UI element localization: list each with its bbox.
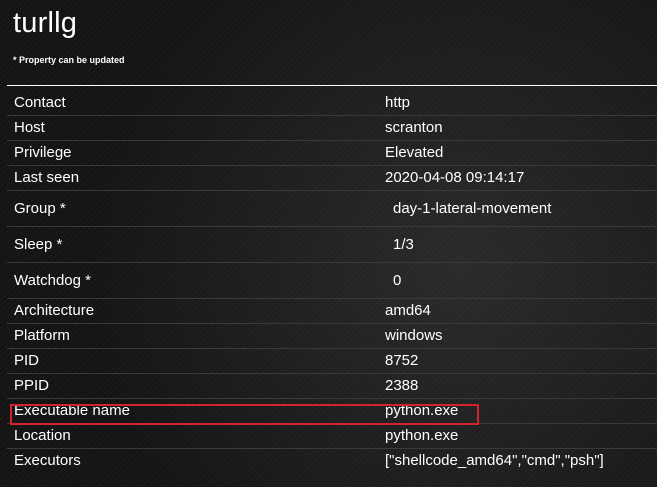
property-key: Architecture — [7, 298, 385, 324]
property-key: Group * — [7, 190, 385, 227]
property-value: amd64 — [385, 298, 657, 324]
agent-title: turllg — [13, 7, 78, 39]
property-row-platform: Platform windows — [7, 323, 657, 349]
property-value: python.exe — [385, 423, 657, 449]
property-key: Executors — [14, 452, 81, 470]
property-key: Watchdog * — [7, 262, 385, 299]
property-value: http — [385, 90, 657, 116]
property-value: 2020-04-08 09:14:17 — [385, 165, 657, 191]
property-row-sleep: Sleep * 1/3 — [7, 226, 657, 263]
sleep-editable-value[interactable]: 1/3 — [385, 226, 657, 263]
property-key: Sleep * — [7, 226, 385, 263]
property-row-pid: PID 8752 — [7, 348, 657, 374]
property-key: Platform — [7, 323, 385, 349]
property-value: windows — [385, 323, 657, 349]
property-row-executable-name: Executable name python.exe — [7, 398, 657, 424]
property-key: Host — [7, 115, 385, 141]
property-value: python.exe — [385, 398, 657, 424]
property-row-last-seen: Last seen 2020-04-08 09:14:17 — [7, 165, 657, 191]
updatable-note: * Property can be updated — [13, 55, 125, 65]
property-row-privilege: Privilege Elevated — [7, 140, 657, 166]
property-row-contact: Contact http — [7, 90, 657, 116]
property-value: ["shellcode_amd64","cmd","psh"] — [385, 452, 604, 470]
property-value: 8752 — [385, 348, 657, 374]
agent-properties-table: Contact http Host scranton Privilege Ele… — [7, 90, 657, 473]
property-value: Elevated — [385, 140, 657, 166]
property-value: 2388 — [385, 373, 657, 399]
property-key: Contact — [7, 90, 385, 116]
property-key: Privilege — [7, 140, 385, 166]
property-value: scranton — [385, 115, 657, 141]
watchdog-editable-value[interactable]: 0 — [385, 262, 657, 299]
property-row-architecture: Architecture amd64 — [7, 298, 657, 324]
property-row-ppid: PPID 2388 — [7, 373, 657, 399]
property-row-location: Location python.exe — [7, 423, 657, 449]
property-key: Last seen — [7, 165, 385, 191]
group-editable-value[interactable]: day-1-lateral-movement — [385, 190, 657, 227]
property-key: PPID — [7, 373, 385, 399]
property-key: Executable name — [7, 398, 385, 424]
property-row-host: Host scranton — [7, 115, 657, 141]
property-key: Location — [7, 423, 385, 449]
property-row-executors: Executors ["shellcode_amd64","cmd","psh"… — [7, 448, 657, 473]
header-divider — [7, 85, 657, 86]
property-key: PID — [7, 348, 385, 374]
property-row-watchdog: Watchdog * 0 — [7, 262, 657, 299]
property-row-group: Group * day-1-lateral-movement — [7, 190, 657, 227]
